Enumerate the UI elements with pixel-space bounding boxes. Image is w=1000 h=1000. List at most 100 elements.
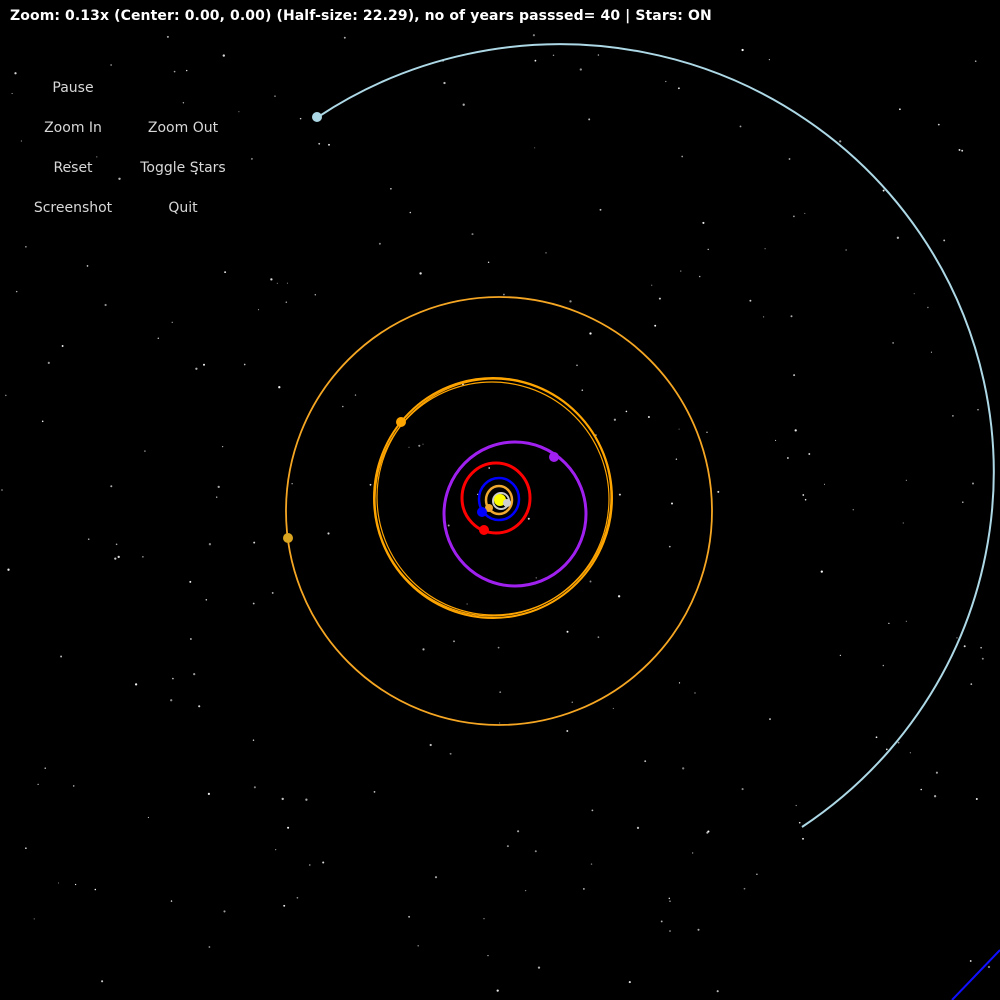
star	[589, 580, 592, 583]
star	[680, 270, 682, 272]
star	[252, 602, 255, 605]
star	[419, 272, 422, 275]
star	[110, 485, 113, 488]
star	[981, 657, 984, 660]
star	[590, 863, 593, 865]
star	[327, 532, 330, 535]
star	[281, 797, 284, 801]
star	[802, 494, 805, 496]
star	[977, 409, 979, 411]
star	[208, 946, 211, 948]
star	[527, 517, 530, 520]
zoom-out-button[interactable]: Zoom Out	[128, 120, 238, 136]
reset-button[interactable]: Reset	[18, 160, 128, 176]
star	[190, 638, 192, 640]
star	[597, 54, 600, 56]
star	[408, 446, 410, 448]
star	[253, 786, 256, 789]
star	[5, 394, 7, 397]
star	[221, 445, 224, 448]
star	[888, 622, 890, 625]
star	[309, 864, 311, 866]
star	[749, 299, 752, 302]
star	[250, 157, 253, 160]
star	[274, 95, 276, 97]
star	[7, 568, 10, 571]
star	[902, 522, 904, 524]
star	[697, 928, 700, 931]
star	[764, 248, 766, 250]
star	[257, 309, 260, 311]
star	[793, 374, 796, 377]
star	[390, 188, 392, 190]
star	[182, 102, 185, 104]
star	[987, 965, 991, 969]
star	[314, 294, 317, 296]
star	[971, 482, 975, 485]
star	[804, 212, 806, 214]
star	[892, 342, 894, 344]
star	[343, 36, 346, 39]
star	[142, 556, 144, 558]
star	[702, 221, 705, 224]
zoom-in-button[interactable]: Zoom In	[18, 120, 128, 136]
star	[198, 705, 201, 708]
star	[252, 739, 255, 741]
star	[147, 816, 149, 819]
star	[535, 577, 537, 579]
quit-button[interactable]: Quit	[128, 200, 238, 216]
star	[706, 431, 708, 433]
star	[675, 458, 678, 460]
star	[741, 48, 744, 52]
pause-button[interactable]: Pause	[18, 80, 128, 96]
star	[534, 59, 537, 62]
star	[658, 297, 661, 300]
star	[920, 788, 922, 791]
star	[189, 580, 192, 583]
star	[499, 691, 502, 693]
star	[534, 850, 537, 853]
star	[462, 103, 465, 106]
star	[506, 845, 509, 848]
star	[186, 69, 188, 72]
star	[57, 882, 60, 884]
star	[896, 236, 900, 239]
star	[449, 752, 452, 755]
star	[193, 673, 196, 676]
star	[591, 809, 594, 812]
star	[795, 804, 797, 807]
star	[496, 989, 499, 992]
star	[660, 920, 663, 923]
star	[488, 467, 491, 469]
star	[94, 888, 97, 891]
star	[20, 140, 23, 142]
star	[60, 655, 63, 658]
star	[845, 249, 847, 251]
star	[823, 483, 826, 485]
screenshot-button[interactable]: Screenshot	[18, 200, 128, 216]
space-canvas	[1, 34, 1000, 1000]
star	[692, 852, 694, 854]
star	[808, 453, 811, 455]
star	[25, 245, 27, 248]
star	[96, 156, 98, 158]
star	[238, 111, 240, 113]
star	[373, 791, 376, 793]
star	[875, 736, 878, 739]
star	[286, 282, 288, 284]
star	[677, 87, 680, 90]
star	[694, 692, 696, 694]
star	[897, 741, 900, 744]
star	[223, 910, 226, 913]
star	[792, 215, 795, 218]
star	[429, 743, 432, 747]
star	[768, 59, 770, 61]
star	[74, 883, 77, 886]
star	[707, 248, 709, 251]
toggle-stars-button[interactable]: Toggle Stars	[128, 160, 238, 176]
star	[166, 35, 169, 38]
star	[502, 293, 505, 296]
star	[134, 683, 138, 686]
star	[117, 555, 120, 559]
star	[909, 752, 911, 754]
